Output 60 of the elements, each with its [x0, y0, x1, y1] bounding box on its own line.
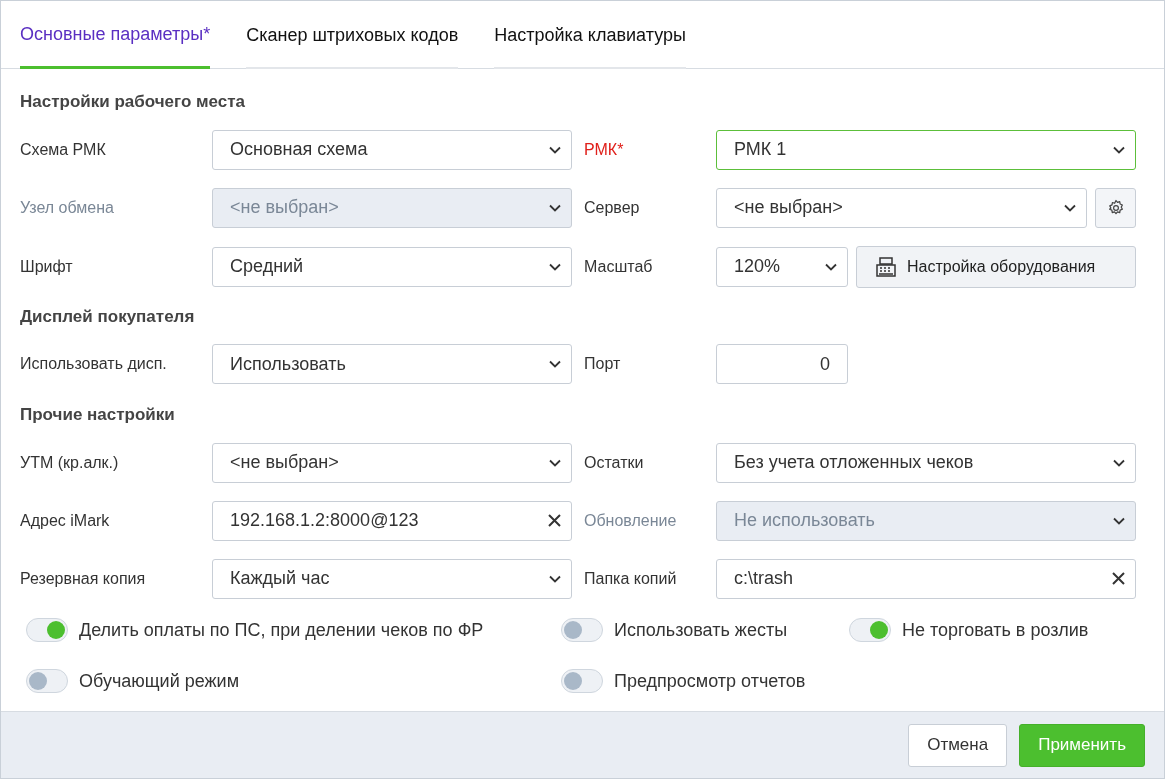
caret-icon	[825, 262, 837, 271]
dropdown[interactable]: Средний	[212, 246, 572, 287]
toggle-switch[interactable]	[561, 669, 603, 693]
field-label: Адрес iMark	[20, 510, 111, 531]
field-label: РМК*	[584, 139, 625, 160]
toggle-label: Использовать жесты	[614, 618, 788, 642]
field-label: Остатки	[584, 452, 645, 473]
caret-icon	[1113, 145, 1125, 154]
cancel-button[interactable]: Отмена	[908, 723, 1008, 767]
clear-icon[interactable]	[548, 514, 561, 527]
dropdown[interactable]: Использовать	[212, 344, 572, 384]
caret-icon	[549, 262, 561, 271]
number-field[interactable]: 0	[716, 344, 848, 384]
dropdown[interactable]: 120%	[716, 246, 848, 287]
field-label: Папка копий	[584, 568, 678, 589]
settings-button[interactable]	[1095, 187, 1136, 228]
field-label: Схема РМК	[20, 139, 107, 160]
dropdown[interactable]: Каждый час	[212, 558, 572, 599]
field-label: Резервная копия	[20, 568, 147, 589]
field-label: Узел обмена	[20, 197, 115, 218]
input-field[interactable]: c:\trash	[716, 558, 1136, 599]
field-label: Сервер	[584, 197, 641, 218]
field-label: УТМ (кр.алк.)	[20, 452, 120, 473]
toggle-label: Не торговать в розлив	[902, 618, 1089, 642]
tab[interactable]: Сканер штриховых кодов	[246, 22, 459, 69]
dropdown[interactable]: РМК 1	[716, 129, 1136, 170]
section-title: Дисплей покупателя	[20, 305, 196, 328]
dropdown[interactable]: Без учета отложенных чеков	[716, 442, 1136, 483]
dropdown[interactable]: <не выбран>	[212, 442, 572, 483]
caret-icon	[549, 458, 561, 467]
tab[interactable]: Настройка клавиатуры	[494, 22, 686, 69]
caret-icon	[1113, 516, 1125, 525]
toggle-label: Делить оплаты по ПС, при делении чеков по ФР	[79, 618, 484, 642]
field-label: Использовать дисп.	[20, 354, 168, 374]
field-label: Масштаб	[584, 256, 654, 277]
caret-icon	[549, 203, 561, 212]
section-title: Настройки рабочего места	[20, 91, 247, 113]
section-title: Прочие настройки	[20, 404, 176, 426]
dropdown[interactable]: Основная схема	[212, 129, 572, 170]
field-label: Шрифт	[20, 256, 74, 277]
toggle-switch[interactable]	[561, 618, 603, 642]
toggle-switch[interactable]	[26, 669, 68, 693]
caret-icon	[549, 574, 561, 583]
toggle-label: Обучающий режим	[79, 669, 239, 693]
cash-register-icon	[875, 256, 897, 277]
toggle-switch[interactable]	[26, 618, 68, 642]
equipment-settings-button[interactable]: Настройка оборудования	[856, 245, 1136, 288]
field-label: Обновление	[584, 510, 678, 531]
input-field[interactable]: 192.168.1.2:8000@123	[212, 500, 572, 541]
caret-icon	[549, 360, 561, 368]
clear-icon[interactable]	[1112, 572, 1125, 585]
tab[interactable]: Основные параметры*	[20, 21, 211, 69]
toggle-label: Предпросмотр отчетов	[614, 669, 806, 693]
dropdown[interactable]: <не выбран>	[716, 187, 1087, 228]
caret-icon	[1064, 203, 1076, 212]
caret-icon	[549, 145, 561, 154]
field-label: Порт	[584, 354, 622, 374]
settings-icon	[1106, 198, 1125, 217]
caret-icon	[1113, 458, 1125, 467]
toggle-switch[interactable]	[849, 618, 891, 642]
